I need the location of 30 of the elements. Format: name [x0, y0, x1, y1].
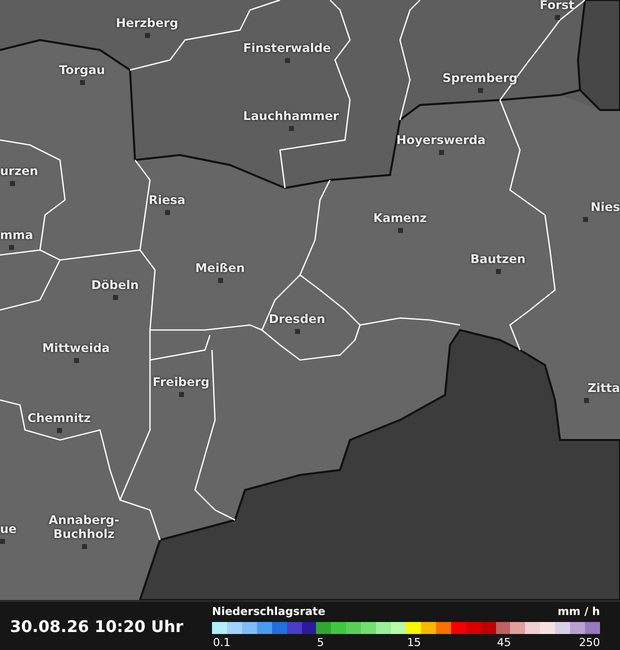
place-label: Lauchhammer: [243, 109, 339, 123]
place-label: Torgau: [59, 63, 105, 77]
place-label: Forst: [540, 0, 574, 12]
place-label: Herzberg: [116, 16, 178, 30]
scale-tick-label: 15: [407, 636, 421, 649]
place-label: Dresden: [268, 312, 326, 326]
place-label: Mittweida: [42, 341, 110, 355]
place-label: Annaberg- Buchholz: [48, 513, 120, 541]
scale-tick-label: 5: [317, 636, 324, 649]
legend-title: Niederschlagsrate: [212, 605, 326, 619]
place-label: Zitta: [588, 381, 620, 395]
scale-tick-label: 0.1: [213, 636, 230, 649]
place-label: Freiberg: [152, 375, 210, 389]
place-label: Meißen: [195, 261, 245, 275]
place-label: Hoyerswerda: [396, 133, 486, 147]
place-label: Döbeln: [91, 278, 139, 292]
legend-unit: mm / h: [558, 605, 600, 619]
place-label: Kamenz: [373, 211, 427, 225]
place-label: mma: [0, 228, 34, 242]
scale-tick-label: 45: [497, 636, 511, 649]
scale-tick-label: 250: [579, 636, 600, 649]
place-label: Riesa: [148, 193, 186, 207]
place-label: Spremberg: [442, 71, 518, 85]
place-label: Chemnitz: [27, 411, 91, 425]
timestamp: 30.08.26 10:20 Uhr: [10, 617, 184, 637]
place-label: ue: [0, 522, 17, 536]
place-label: Nies: [590, 200, 620, 214]
place-label: Bautzen: [470, 252, 526, 266]
place-label: Finsterwalde: [243, 41, 331, 55]
place-label: urzen: [0, 164, 38, 178]
